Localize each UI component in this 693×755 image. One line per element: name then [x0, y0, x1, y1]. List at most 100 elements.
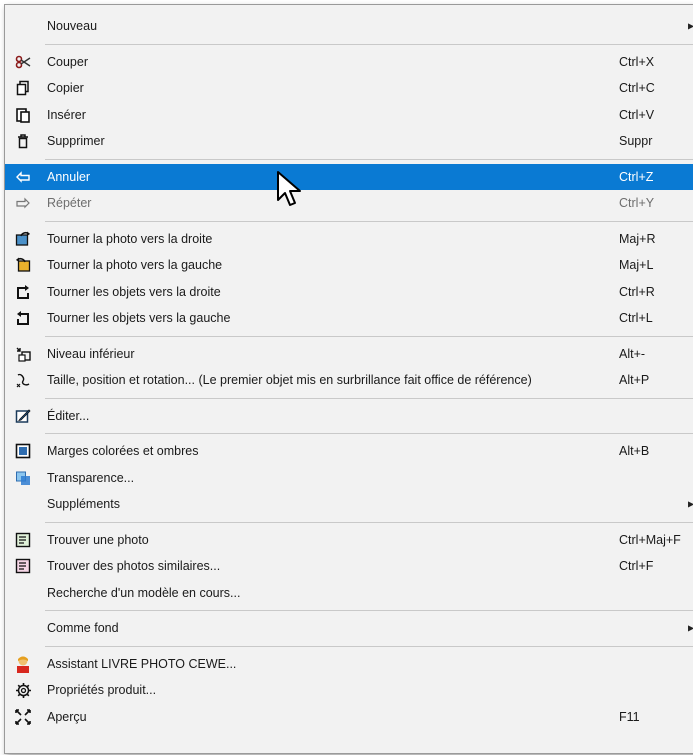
menu-item-label: Marges colorées et ombres: [47, 444, 199, 459]
menu-item-label: Tourner la photo vers la droite: [47, 231, 213, 246]
menu-item-transparence[interactable]: Transparence...: [5, 465, 693, 492]
menu-item-label: Transparence...: [47, 470, 135, 485]
copy-icon: [14, 79, 32, 97]
menu-item-apercu[interactable]: Aperçu F11: [5, 704, 693, 731]
menu-item-label: Recherche d'un modèle en cours...: [47, 585, 241, 600]
rotate-photo-right-icon: [14, 230, 32, 248]
menu-item-shortcut: Ctrl+L: [619, 311, 653, 326]
paste-icon: [14, 106, 32, 124]
menu-item-couper[interactable]: Couper Ctrl+X: [5, 49, 693, 76]
menu-item-marges-colorees-et-ombres[interactable]: Marges colorées et ombres Alt+B: [5, 438, 693, 465]
menu-item-shortcut: F11: [619, 709, 640, 724]
menu-item-label: Assistant LIVRE PHOTO CEWE...: [47, 656, 237, 671]
menu-separator: [45, 645, 693, 647]
menu-item-shortcut: Maj+L: [619, 258, 654, 273]
menu-item-label: Couper: [47, 54, 88, 69]
menu-separator: [45, 43, 693, 45]
assistant-icon: [14, 655, 32, 673]
menu-separator: [45, 158, 693, 160]
menu-item-label: Tourner les objets vers la gauche: [47, 311, 231, 326]
menu-item-copier[interactable]: Copier Ctrl+C: [5, 75, 693, 102]
menu-item-label: Tourner les objets vers la droite: [47, 284, 221, 299]
menu-item-inserer[interactable]: Insérer Ctrl+V: [5, 102, 693, 129]
submenu-arrow-icon: ▶: [688, 21, 693, 31]
menu-item-shortcut: Ctrl+Y: [619, 196, 655, 211]
undo-icon: [14, 168, 32, 186]
menu-item-tourner-la-photo-vers-la-droite[interactable]: Tourner la photo vers la droite Maj+R: [5, 226, 693, 253]
icon-placeholder: [14, 17, 32, 35]
menu-item-label: Supprimer: [47, 134, 105, 149]
menu-item-shortcut: Alt+-: [619, 346, 646, 361]
menu-item-shortcut: Suppr: [619, 134, 653, 149]
fullscreen-icon: [14, 708, 32, 726]
menu-item-shortcut: Ctrl+X: [619, 54, 655, 69]
menu-item-nouveau[interactable]: Nouveau ▶: [5, 13, 693, 40]
menu-item-label: Copier: [47, 81, 84, 96]
menu-item-label: Aperçu: [47, 709, 87, 724]
menu-separator: [45, 433, 693, 434]
menu-item-tourner-les-objets-vers-la-droite[interactable]: Tourner les objets vers la droite Ctrl+R: [5, 279, 693, 306]
menu-item-shortcut: Ctrl+Maj+F: [619, 532, 681, 547]
menu-item-comme-fond[interactable]: Comme fond ▶: [5, 615, 693, 642]
menu-item-label: Tourner la photo vers la gauche: [47, 258, 223, 273]
icon-placeholder: [14, 619, 32, 637]
menu-item-shortcut: Ctrl+V: [619, 107, 655, 122]
scissors-icon: [14, 53, 32, 71]
gear-icon: [14, 681, 32, 699]
menu-item-shortcut: Alt+B: [619, 444, 650, 459]
menu-item-supplements[interactable]: Suppléments ▶: [5, 491, 693, 518]
menu-item-label: Taille, position et rotation... (Le prem…: [47, 373, 532, 388]
menu-item-label: Insérer: [47, 107, 86, 122]
submenu-arrow-icon: ▶: [688, 623, 693, 633]
menu-item-label: Niveau inférieur: [47, 346, 135, 361]
menu-separator: [45, 521, 693, 523]
menu-item-shortcut: Ctrl+R: [619, 284, 655, 299]
transform-icon: [14, 371, 32, 389]
redo-icon: [14, 194, 32, 212]
lower-level-icon: [14, 345, 32, 363]
menu-item-label: Répéter: [47, 196, 92, 211]
rotate-objects-right-icon: [14, 283, 32, 301]
menu-item-taille-position-et-rotation-le-premier-o[interactable]: Taille, position et rotation... (Le prem…: [5, 367, 693, 394]
icon-placeholder: [14, 584, 32, 602]
transparency-icon: [14, 469, 32, 487]
menu-item-label: Trouver une photo: [47, 532, 149, 547]
edit-icon: [14, 407, 32, 425]
menu-item-label: Comme fond: [47, 621, 119, 636]
find-photo-icon: [14, 531, 32, 549]
menu-item-label: Trouver des photos similaires...: [47, 559, 221, 574]
menu-item-shortcut: Ctrl+F: [619, 559, 654, 574]
menu-separator: [45, 335, 693, 337]
submenu-arrow-icon: ▶: [688, 499, 693, 509]
trash-icon: [14, 132, 32, 150]
menu-item-recherche-d-un-modele-en-cours[interactable]: Recherche d'un modèle en cours...: [5, 580, 693, 607]
find-similar-icon: [14, 557, 32, 575]
rotate-photo-left-icon: [14, 256, 32, 274]
menu-item-tourner-la-photo-vers-la-gauche[interactable]: Tourner la photo vers la gauche Maj+L: [5, 252, 693, 279]
menu-item-annuler[interactable]: Annuler Ctrl+Z: [5, 163, 693, 190]
icon-placeholder: [14, 495, 32, 513]
menu-item-proprietes-produit[interactable]: Propriétés produit...: [5, 677, 693, 704]
menu-separator: [45, 610, 693, 611]
menu-item-supprimer[interactable]: Supprimer Suppr: [5, 128, 693, 155]
menu-item-editer[interactable]: Éditer...: [5, 403, 693, 430]
rotate-objects-left-icon: [14, 309, 32, 327]
menu-item-shortcut: Alt+P: [619, 373, 650, 388]
menu-item-label: Suppléments: [47, 497, 120, 512]
menu-item-label: Nouveau: [47, 19, 98, 34]
menu-item-tourner-les-objets-vers-la-gauche[interactable]: Tourner les objets vers la gauche Ctrl+L: [5, 305, 693, 332]
menu-item-label: Propriétés produit...: [47, 683, 157, 698]
menu-item-label: Éditer...: [47, 408, 90, 423]
frame-shadow-icon: [14, 442, 32, 460]
menu-separator: [45, 397, 693, 399]
context-menu: Nouveau ▶ Couper Ctrl+X Copier Ctrl+C Insérer C…: [4, 4, 693, 754]
menu-item-repeter: Répéter Ctrl+Y: [5, 190, 693, 217]
menu-item-niveau-inferieur[interactable]: Niveau inférieur Alt+-: [5, 341, 693, 368]
menu-item-shortcut: Maj+R: [619, 231, 656, 246]
menu-item-trouver-des-photos-similaires[interactable]: Trouver des photos similaires... Ctrl+F: [5, 553, 693, 580]
menu-separator: [45, 220, 693, 222]
menu-item-trouver-une-photo[interactable]: Trouver une photo Ctrl+Maj+F: [5, 527, 693, 554]
menu-item-shortcut: Ctrl+C: [619, 81, 655, 96]
menu-item-label: Annuler: [47, 169, 91, 184]
menu-item-assistant-livre-photo-cewe[interactable]: Assistant LIVRE PHOTO CEWE...: [5, 651, 693, 678]
